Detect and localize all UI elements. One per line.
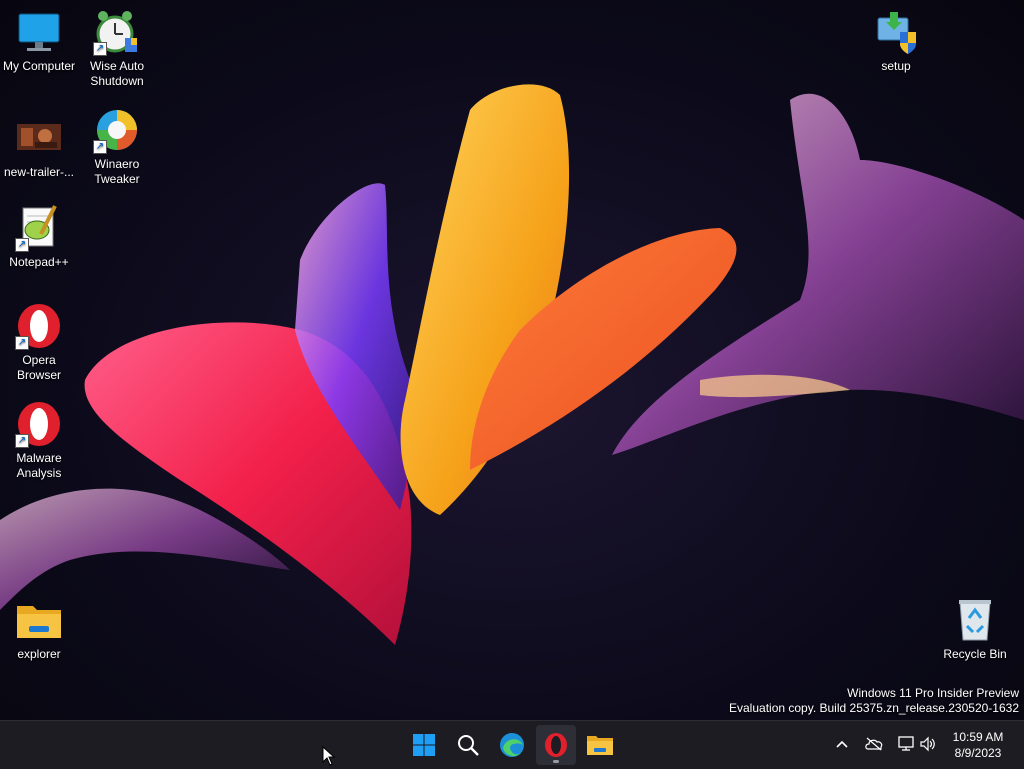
windows-watermark: Windows 11 Pro Insider Preview Evaluatio…	[729, 686, 1019, 716]
shortcut-arrow-icon: ↗	[15, 238, 29, 252]
desktop-icon-my-computer[interactable]: My Computer	[0, 8, 78, 74]
mouse-cursor-icon	[322, 746, 336, 766]
desktop-icon-new-trailer[interactable]: new-trailer-...	[0, 114, 78, 180]
desktop-icon-label: My Computer	[2, 59, 76, 73]
setup-installer-icon	[872, 8, 920, 56]
desktop-icon-label: setup	[881, 59, 911, 73]
desktop-icon-label: Opera Browser	[16, 353, 61, 382]
shortcut-arrow-icon: ↗	[93, 140, 107, 154]
desktop-icon-label: Winaero Tweaker	[94, 157, 140, 186]
desktop-icon-label: Recycle Bin	[943, 647, 1007, 661]
edge-button[interactable]	[492, 725, 532, 765]
start-button[interactable]	[404, 725, 444, 765]
desktop-icon-label: Wise Auto Shutdown	[89, 59, 145, 88]
clock-button[interactable]: 10:59 AM 8/9/2023	[938, 729, 1018, 761]
taskbar: 10:59 AM 8/9/2023	[0, 720, 1024, 769]
computer-icon	[15, 8, 63, 56]
folder-icon	[15, 596, 63, 644]
desktop-icon-notepad-plus-plus[interactable]: ↗ Notepad++	[0, 204, 78, 270]
desktop-icon-opera-browser[interactable]: ↗ Opera Browser	[0, 302, 78, 383]
active-indicator	[553, 760, 559, 763]
desktop-icon-recycle-bin[interactable]: Recycle Bin	[936, 596, 1014, 662]
desktop-icon-label: explorer	[17, 647, 61, 661]
recycle-bin-icon	[951, 596, 999, 644]
opera-icon	[545, 733, 567, 757]
opera-taskbar-button[interactable]	[536, 725, 576, 765]
opera-icon: ↗	[15, 400, 63, 448]
chevron-up-icon	[836, 740, 848, 748]
file-explorer-icon	[587, 736, 613, 755]
start-icon	[413, 734, 435, 756]
onedrive-tray-button[interactable]	[864, 733, 884, 755]
desktop-icon-label: new-trailer-...	[3, 165, 74, 179]
video-thumbnail-icon	[15, 114, 63, 162]
file-explorer-button[interactable]	[580, 725, 620, 765]
watermark-build: Evaluation copy. Build 25375.zn_release.…	[729, 701, 1019, 715]
alarm-clock-icon: ↗	[93, 8, 141, 56]
clock-time: 10:59 AM	[952, 730, 1004, 744]
desktop-icon-malware-analysis[interactable]: ↗ Malware Analysis	[0, 400, 78, 481]
desktop-icon-explorer[interactable]: explorer	[0, 596, 78, 662]
shortcut-arrow-icon: ↗	[15, 434, 29, 448]
edge-icon	[500, 733, 524, 757]
desktop-icon-label: Notepad++	[9, 255, 69, 269]
watermark-edition: Windows 11 Pro Insider Preview	[847, 686, 1019, 700]
volume-icon	[920, 736, 935, 752]
onedrive-icon	[865, 737, 883, 751]
winaero-tweaker-icon: ↗	[93, 106, 141, 154]
desktop-icon-label: Malware Analysis	[16, 451, 62, 480]
shortcut-arrow-icon: ↗	[15, 336, 29, 350]
volume-tray-button[interactable]	[918, 733, 938, 755]
network-icon	[898, 736, 914, 751]
desktop-icon-setup[interactable]: setup	[857, 8, 935, 74]
notepad-plus-plus-icon: ↗	[15, 204, 63, 252]
opera-icon: ↗	[15, 302, 63, 350]
shortcut-arrow-icon: ↗	[93, 42, 107, 56]
desktop-icon-wise-auto-shutdown[interactable]: ↗ Wise Auto Shutdown	[78, 8, 156, 89]
desktop-icon-winaero-tweaker[interactable]: ↗ Winaero Tweaker	[78, 106, 156, 187]
network-tray-button[interactable]	[896, 733, 916, 755]
clock-date: 8/9/2023	[954, 746, 1002, 760]
search-button[interactable]	[448, 725, 488, 765]
show-hidden-icons-button[interactable]	[832, 733, 852, 755]
search-icon	[458, 735, 479, 756]
